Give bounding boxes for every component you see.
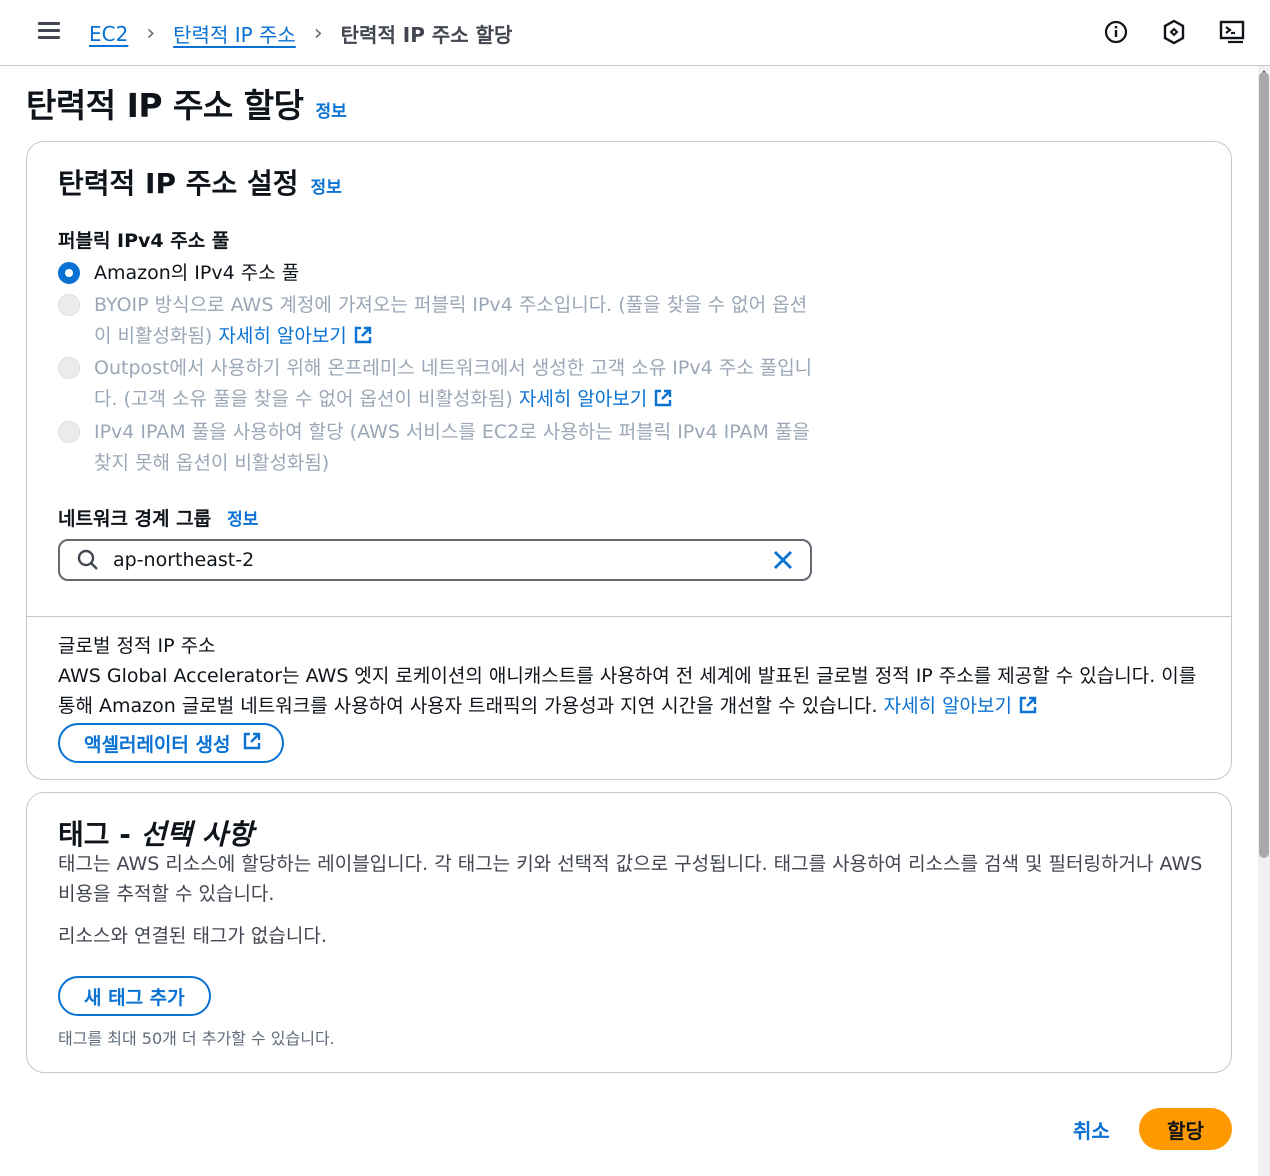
network-border-group-input[interactable]	[113, 549, 772, 571]
nbg-header: 네트워크 경계 그룹 정보	[58, 504, 258, 531]
divider	[27, 616, 1231, 617]
allocate-button[interactable]: 할당	[1139, 1108, 1232, 1150]
radio-option-byoip: BYOIP 방식으로 AWS 계정에 가져오는 퍼블릭 IPv4 주소입니다. …	[58, 290, 818, 355]
elastic-ip-settings-panel: 탄력적 IP 주소 설정 정보 퍼블릭 IPv4 주소 풀 Amazon의 IP…	[26, 141, 1232, 780]
info-circle-icon[interactable]	[1102, 18, 1130, 46]
tags-panel: 태그 - 선택 사항 태그는 AWS 리소스에 할당하는 레이블입니다. 각 태…	[26, 792, 1232, 1073]
breadcrumb-ec2[interactable]: EC2	[89, 22, 128, 46]
tags-limit-text: 태그를 최대 50개 더 추가할 수 있습니다.	[58, 1029, 335, 1048]
radio-option-ipam: IPv4 IPAM 풀을 사용하여 할당 (AWS 서비스를 EC2로 사용하는…	[58, 417, 818, 479]
page-header: 탄력적 IP 주소 할당 정보	[26, 79, 347, 127]
top-navigation-bar: EC2 › 탄력적 IP 주소 › 탄력적 IP 주소 할당	[0, 0, 1270, 66]
chevron-right-icon: ›	[313, 20, 323, 46]
settings-header: 탄력적 IP 주소 설정 정보	[58, 162, 342, 202]
radio-button-selected[interactable]	[58, 262, 80, 284]
cancel-button[interactable]: 취소	[1073, 1115, 1110, 1144]
search-icon	[77, 549, 99, 571]
network-border-group-search[interactable]	[58, 539, 812, 581]
radio-button-disabled	[58, 421, 80, 443]
breadcrumb-current: 탄력적 IP 주소 할당	[340, 23, 513, 47]
external-link-icon[interactable]	[1018, 694, 1038, 724]
tags-title-optional: 선택 사항	[140, 818, 254, 851]
cloudshell-icon[interactable]	[1218, 18, 1246, 46]
external-link-icon[interactable]	[653, 387, 673, 418]
pool-label: 퍼블릭 IPv4 주소 풀	[58, 230, 230, 252]
radio-label-text: BYOIP 방식으로 AWS 계정에 가져오는 퍼블릭 IPv4 주소입니다. …	[94, 294, 808, 347]
learn-more-link[interactable]: 자세히 알아보기	[218, 325, 346, 347]
global-accelerator-description: AWS Global Accelerator는 AWS 엣지 로케이션의 애니캐…	[58, 661, 1208, 724]
radio-label-text: Outpost에서 사용하기 위해 온프레미스 네트워크에서 생성한 고객 소유…	[94, 357, 813, 410]
notification-icon[interactable]	[1160, 18, 1188, 46]
learn-more-link[interactable]: 자세히 알아보기	[884, 695, 1012, 717]
close-icon[interactable]	[772, 549, 794, 571]
radio-label: IPv4 IPAM 풀을 사용하여 할당 (AWS 서비스를 EC2로 사용하는…	[94, 421, 810, 474]
breadcrumb: EC2 › 탄력적 IP 주소 › 탄력적 IP 주소 할당	[89, 19, 512, 48]
page-title: 탄력적 IP 주소 할당	[26, 86, 304, 125]
page-info-link[interactable]: 정보	[315, 97, 346, 122]
external-link-icon	[242, 731, 262, 756]
radio-option-outpost: Outpost에서 사용하기 위해 온프레미스 네트워크에서 생성한 고객 소유…	[58, 353, 818, 418]
learn-more-link[interactable]: 자세히 알아보기	[519, 388, 647, 410]
breadcrumb-elastic-ips[interactable]: 탄력적 IP 주소	[173, 19, 296, 48]
radio-button-disabled	[58, 357, 80, 379]
nbg-label: 네트워크 경계 그룹	[58, 508, 212, 530]
tags-header: 태그 - 선택 사항	[58, 813, 253, 853]
radio-option-amazon-pool[interactable]: Amazon의 IPv4 주소 풀	[58, 258, 818, 289]
settings-title: 탄력적 IP 주소 설정	[58, 167, 299, 200]
create-accelerator-button[interactable]: 액셀러레이터 생성	[58, 723, 285, 763]
external-link-icon[interactable]	[353, 324, 373, 355]
chevron-right-icon: ›	[146, 20, 156, 46]
radio-label: BYOIP 방식으로 AWS 계정에 가져오는 퍼블릭 IPv4 주소입니다. …	[94, 290, 818, 355]
radio-label: Outpost에서 사용하기 위해 온프레미스 네트워크에서 생성한 고객 소유…	[94, 353, 818, 418]
radio-label: Amazon의 IPv4 주소 풀	[94, 262, 300, 284]
menu-icon[interactable]	[38, 22, 60, 40]
add-tag-button[interactable]: 새 태그 추가	[58, 976, 211, 1016]
radio-button-disabled	[58, 294, 80, 316]
tags-description: 태그는 AWS 리소스에 할당하는 레이블입니다. 각 태그는 키와 선택적 값…	[58, 853, 1203, 905]
scrollbar-thumb[interactable]	[1259, 72, 1269, 858]
nbg-info-link[interactable]: 정보	[227, 505, 258, 530]
create-accelerator-label: 액셀러레이터 생성	[84, 733, 231, 756]
settings-info-link[interactable]: 정보	[311, 173, 342, 198]
global-static-ip-heading: 글로벌 정적 IP 주소	[58, 635, 216, 657]
tags-title: 태그 - 선택 사항	[58, 818, 254, 851]
no-tags-message: 리소스와 연결된 태그가 없습니다.	[58, 925, 327, 947]
